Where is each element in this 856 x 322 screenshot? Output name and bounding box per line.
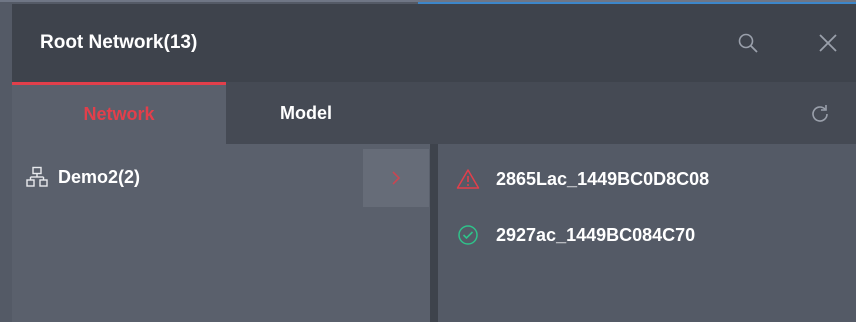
close-icon[interactable]	[816, 31, 840, 55]
tab-bar: Network Model	[12, 82, 856, 144]
device-label: 2865Lac_1449BC0D8C08	[496, 168, 710, 189]
tab-model-label: Model	[280, 102, 332, 123]
check-circle-icon	[458, 225, 478, 245]
device-label: 2927ac_1449BC084C70	[496, 224, 696, 245]
tab-network-label: Network	[83, 104, 155, 124]
warning-icon	[456, 169, 480, 189]
panel-title: Root Network(13)	[40, 32, 198, 53]
network-panel: Root Network(13) Network Model Demo2(2) …	[0, 0, 856, 322]
refresh-icon[interactable]	[808, 102, 832, 126]
chevron-right-icon	[392, 171, 401, 185]
device-row[interactable]: 2927ac_1449BC084C70	[456, 224, 695, 246]
device-row[interactable]: 2865Lac_1449BC0D8C08	[456, 168, 709, 190]
tab-network[interactable]: Network	[12, 82, 226, 144]
expand-button[interactable]	[363, 149, 429, 207]
device-list-pane: 2865Lac_1449BC0D8C08 2927ac_1449BC084C70	[438, 144, 856, 322]
network-icon	[26, 166, 48, 187]
search-icon[interactable]	[736, 31, 760, 55]
tab-model[interactable]: Model	[226, 82, 386, 144]
network-tree-pane: Demo2(2)	[12, 144, 430, 322]
tree-item-label: Demo2(2)	[58, 166, 141, 187]
tree-item-demo2[interactable]: Demo2(2)	[26, 166, 140, 188]
panel-header: Root Network(13)	[12, 4, 856, 82]
pane-divider[interactable]	[430, 144, 438, 322]
